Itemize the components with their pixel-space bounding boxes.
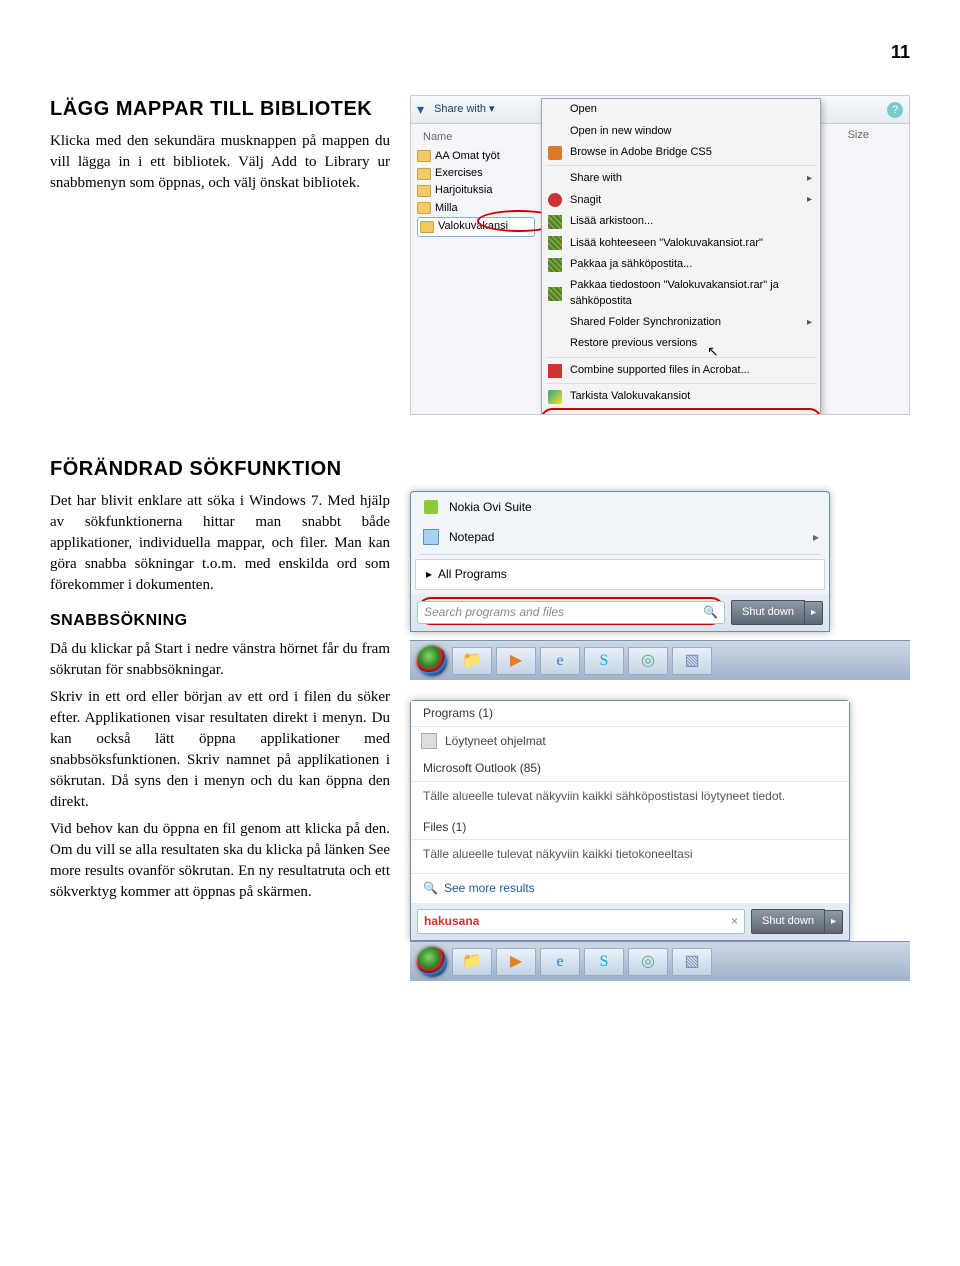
- taskbar-ie-icon[interactable]: e: [540, 647, 580, 675]
- archive-icon: [548, 258, 562, 272]
- folder-icon: [420, 221, 434, 233]
- list-item[interactable]: Harjoituksia: [417, 182, 535, 199]
- all-programs[interactable]: ▸All Programs: [415, 559, 825, 590]
- start-item-ovi[interactable]: Nokia Ovi Suite: [411, 492, 829, 522]
- list-item-selected[interactable]: Valokuvakansi: [417, 217, 535, 236]
- ctx-restore-versions[interactable]: Restore previous versions: [542, 333, 820, 354]
- name-column-header: Name: [417, 128, 535, 147]
- clear-icon[interactable]: ×: [731, 913, 738, 930]
- ctx-check[interactable]: Tarkista Valokuvakansiot: [542, 386, 820, 407]
- results-outlook-header: Microsoft Outlook (85): [411, 756, 849, 781]
- notepad-icon: [421, 527, 441, 547]
- taskbar-explorer-icon[interactable]: 📁: [452, 647, 492, 675]
- section1-title: LÄGG MAPPAR TILL BIBLIOTEK: [50, 95, 390, 123]
- section2-title: FÖRÄNDRAD SÖKFUNKTION: [50, 455, 910, 483]
- separator: [419, 554, 821, 555]
- archive-icon: [548, 236, 562, 250]
- search-icon: 🔍: [703, 604, 718, 621]
- program-icon: [421, 733, 437, 749]
- ovi-icon: [421, 497, 441, 517]
- taskbar: 📁 ▶ e S ◎ ▧: [410, 941, 910, 981]
- taskbar-app-icon[interactable]: ▧: [672, 948, 712, 976]
- ctx-include-in-library[interactable]: Include in library: [540, 408, 822, 416]
- shutdown-options-button[interactable]: ▸: [825, 910, 843, 934]
- ctx-open[interactable]: Open: [542, 99, 820, 120]
- taskbar-skype-icon[interactable]: S: [584, 647, 624, 675]
- list-item[interactable]: Exercises: [417, 165, 535, 182]
- chevron-right-icon: ▸: [426, 566, 432, 583]
- start-orb[interactable]: [416, 946, 448, 978]
- search-icon: 🔍: [423, 880, 438, 897]
- search-input[interactable]: hakusana×: [417, 909, 745, 934]
- start-orb[interactable]: [416, 645, 448, 677]
- taskbar-ie-icon[interactable]: e: [540, 948, 580, 976]
- shield-icon: [548, 390, 562, 404]
- taskbar-explorer-icon[interactable]: 📁: [452, 948, 492, 976]
- bridge-icon: [548, 146, 562, 160]
- ctx-open-new-window[interactable]: Open in new window: [542, 121, 820, 142]
- taskbar-mediaplayer-icon[interactable]: ▶: [496, 948, 536, 976]
- search-results-screenshot: Programs (1) Löytyneet ohjelmat Microsof…: [410, 700, 910, 981]
- shutdown-button[interactable]: Shut down: [731, 600, 805, 625]
- explorer-screenshot: ▾ Share with ▾ ? Size Name AA Omat työt …: [410, 95, 910, 415]
- result-item[interactable]: Löytyneet ohjelmat: [411, 727, 849, 756]
- section2-subheading: SNABBSÖKNING: [50, 610, 390, 632]
- ctx-share-with[interactable]: Share with: [542, 168, 820, 189]
- section2-body2a: Då du klickar på Start i nedre vänstra h…: [50, 639, 390, 681]
- folder-icon: [417, 150, 431, 162]
- shutdown-options-button[interactable]: ▸: [805, 601, 823, 625]
- share-with-menu[interactable]: Share with ▾: [434, 102, 495, 117]
- start-menu-screenshot: Nokia Ovi Suite Notepad ▸All Programs Se…: [410, 491, 910, 680]
- shutdown-button[interactable]: Shut down: [751, 909, 825, 934]
- context-menu: Open Open in new window Browse in Adobe …: [541, 98, 821, 415]
- ctx-add-archive[interactable]: Lisää arkistoon...: [542, 211, 820, 232]
- ctx-compress-email[interactable]: Pakkaa ja sähköpostita...: [542, 254, 820, 275]
- snagit-icon: [548, 193, 562, 207]
- taskbar-app-icon[interactable]: ◎: [628, 647, 668, 675]
- back-icon[interactable]: ▾: [417, 100, 424, 120]
- list-item[interactable]: Milla: [417, 200, 535, 217]
- separator: [546, 383, 816, 384]
- archive-icon: [548, 287, 562, 301]
- results-programs-header: Programs (1): [411, 701, 849, 726]
- section1-body: Klicka med den sekundära musknappen på m…: [50, 131, 390, 194]
- taskbar-mediaplayer-icon[interactable]: ▶: [496, 647, 536, 675]
- section2-body: Det har blivit enklare att söka i Window…: [50, 491, 390, 596]
- section2-body2c: Vid behov kan du öppna en fil genom att …: [50, 819, 390, 903]
- taskbar-app-icon[interactable]: ▧: [672, 647, 712, 675]
- separator: [546, 357, 816, 358]
- ctx-add-to-rar[interactable]: Lisää kohteeseen "Valokuvakansiot.rar": [542, 233, 820, 254]
- separator: [546, 165, 816, 166]
- results-files-desc: Tälle alueelle tulevat näkyviin kaikki t…: [411, 840, 849, 873]
- size-column-header: Size: [848, 128, 869, 143]
- results-files-header: Files (1): [411, 815, 849, 840]
- taskbar: 📁 ▶ e S ◎ ▧: [410, 640, 910, 680]
- ctx-browse-bridge[interactable]: Browse in Adobe Bridge CS5: [542, 142, 820, 163]
- ctx-snagit[interactable]: Snagit: [542, 190, 820, 211]
- see-more-results[interactable]: 🔍See more results: [411, 874, 849, 903]
- folder-icon: [417, 168, 431, 180]
- results-outlook-desc: Tälle alueelle tulevat näkyviin kaikki s…: [411, 782, 849, 815]
- start-item-notepad[interactable]: Notepad: [411, 522, 829, 552]
- page-number: 11: [50, 40, 910, 65]
- taskbar-skype-icon[interactable]: S: [584, 948, 624, 976]
- ctx-shared-folder-sync[interactable]: Shared Folder Synchronization: [542, 312, 820, 333]
- list-item[interactable]: AA Omat työt: [417, 148, 535, 165]
- ctx-compress-rar-email[interactable]: Pakkaa tiedostoon "Valokuvakansiot.rar" …: [542, 275, 820, 312]
- search-input[interactable]: Search programs and files🔍: [417, 601, 725, 624]
- section2-body2b: Skriv in ett ord eller början av ett ord…: [50, 687, 390, 813]
- acrobat-icon: [548, 364, 562, 378]
- folder-icon: [417, 202, 431, 214]
- archive-icon: [548, 215, 562, 229]
- ctx-combine-acrobat[interactable]: Combine supported files in Acrobat...: [542, 360, 820, 381]
- folder-icon: [417, 185, 431, 197]
- taskbar-app-icon[interactable]: ◎: [628, 948, 668, 976]
